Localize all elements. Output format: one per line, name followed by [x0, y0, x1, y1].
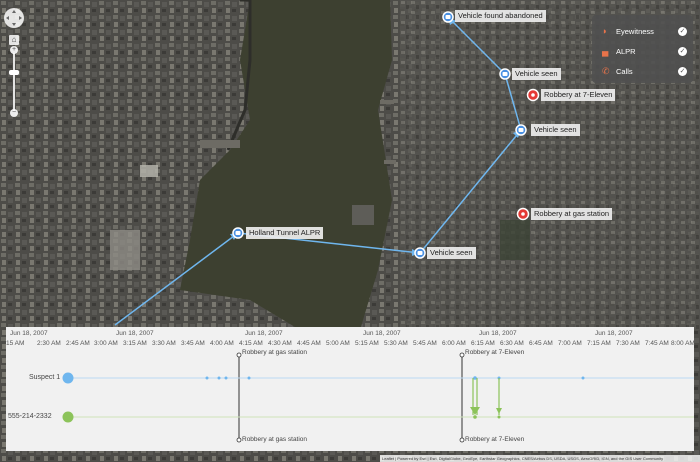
- marker-label: Holland Tunnel ALPR: [246, 227, 324, 239]
- marker-label: Vehicle found abandoned: [455, 10, 546, 22]
- phone-icon: ✆: [602, 65, 610, 76]
- alpr-marker[interactable]: [515, 124, 527, 136]
- event-label: Robbery at 7-Eleven: [465, 436, 525, 443]
- timeline-event-dot[interactable]: [247, 376, 251, 380]
- phone-node[interactable]: [62, 411, 74, 423]
- marker-label: Vehicle seen: [427, 247, 476, 259]
- event-marker[interactable]: [459, 352, 465, 358]
- zoom-home-button[interactable]: ⌂: [9, 35, 19, 45]
- layer-legend: ◗ Eyewitness ✓ ▄ ALPR ✓ ✆ Calls ✓: [592, 15, 693, 83]
- pan-arrows-icon: [6, 10, 22, 26]
- timeline-event-dot[interactable]: [224, 376, 228, 380]
- map-attribution: Leaflet | Powered by Esri | Esri, Digita…: [380, 455, 700, 462]
- timeline-event-dot[interactable]: [205, 376, 209, 380]
- marker-label: Vehicle seen: [512, 68, 561, 80]
- timeline-panel[interactable]: Jun 18, 2007 Jun 18, 2007 Jun 18, 2007 J…: [6, 327, 695, 451]
- legend-item-calls[interactable]: ✆ Calls ✓: [602, 61, 687, 81]
- marker-label: Robbery at 7-Eleven: [541, 89, 616, 101]
- zoom-slider-handle[interactable]: [9, 70, 19, 75]
- marker-label: Robbery at gas station: [531, 208, 613, 220]
- event-marker[interactable]: [236, 437, 242, 443]
- alpr-marker[interactable]: [232, 227, 244, 239]
- marker-label: Vehicle seen: [531, 124, 580, 136]
- legend-label: ALPR: [616, 46, 636, 56]
- timeline-event-dot[interactable]: [473, 415, 477, 419]
- row-label-suspect: Suspect 1: [29, 374, 61, 381]
- legend-item-eyewitness[interactable]: ◗ Eyewitness ✓: [602, 21, 687, 41]
- timeline-event-dot[interactable]: [217, 376, 221, 380]
- legend-item-alpr[interactable]: ▄ ALPR ✓: [602, 41, 687, 61]
- alpr-marker[interactable]: [499, 68, 511, 80]
- call-arrow: [470, 407, 480, 415]
- suspect-node[interactable]: [62, 372, 74, 384]
- event-label: Robbery at gas station: [242, 349, 308, 356]
- pan-control[interactable]: [4, 8, 24, 28]
- alpr-marker[interactable]: [442, 11, 454, 23]
- check-icon[interactable]: ✓: [678, 46, 687, 56]
- robbery-marker[interactable]: [516, 207, 530, 221]
- call-arrow: [496, 408, 502, 414]
- event-label: Robbery at 7-Eleven: [465, 349, 525, 356]
- robbery-marker[interactable]: [526, 88, 540, 102]
- legend-label: Calls: [616, 66, 633, 76]
- timeline-event-dot[interactable]: [581, 376, 585, 380]
- car-icon: ▄: [602, 46, 609, 56]
- event-marker[interactable]: [459, 437, 465, 443]
- zoom-out-button[interactable]: −: [10, 109, 18, 117]
- legend-label: Eyewitness: [616, 26, 654, 36]
- row-label-phone: 555-214-2332: [8, 413, 52, 420]
- event-label: Robbery at gas station: [242, 436, 308, 443]
- zoom-slider-track[interactable]: [13, 53, 15, 111]
- check-icon[interactable]: ✓: [678, 66, 687, 76]
- timeline-chart: [62, 352, 694, 443]
- timeline-event-dot[interactable]: [473, 376, 477, 380]
- map-navigation: ⌂ + −: [4, 8, 24, 117]
- timeline-event-dot[interactable]: [497, 415, 501, 419]
- event-marker[interactable]: [236, 352, 242, 358]
- check-icon[interactable]: ✓: [678, 26, 687, 36]
- alpr-marker[interactable]: [414, 247, 426, 259]
- ear-icon: ◗: [602, 26, 608, 36]
